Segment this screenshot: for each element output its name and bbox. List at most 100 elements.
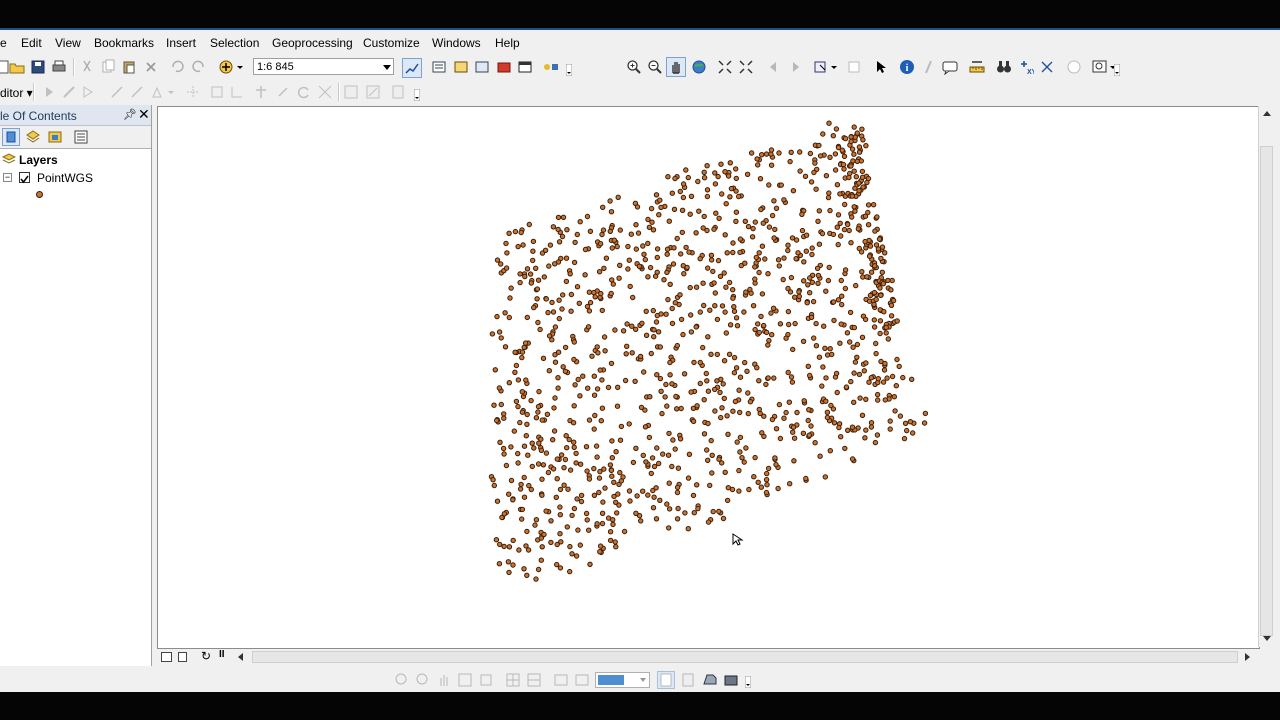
point-feature[interactable] — [856, 149, 863, 155]
rotate-tool-icon[interactable] — [274, 83, 292, 101]
scroll-up-icon[interactable] — [1263, 111, 1271, 116]
point-feature[interactable] — [799, 211, 805, 218]
select-elements-icon[interactable] — [872, 58, 890, 76]
point-feature[interactable] — [535, 277, 542, 283]
fixed-zoom-out-layout-icon[interactable] — [525, 671, 543, 689]
point-feature[interactable] — [521, 474, 527, 481]
point-feature[interactable] — [550, 309, 557, 315]
point-feature[interactable] — [506, 491, 512, 497]
point-feature[interactable] — [503, 462, 510, 469]
scroll-down-icon[interactable] — [1263, 636, 1271, 641]
list-by-visibility-icon[interactable] — [46, 128, 64, 146]
point-feature[interactable] — [492, 367, 498, 373]
point-feature[interactable] — [821, 323, 827, 329]
zoom-100-icon[interactable] — [477, 671, 495, 689]
point-feature[interactable] — [670, 437, 676, 443]
point-feature[interactable] — [709, 470, 715, 476]
point-feature[interactable] — [770, 305, 777, 312]
layout-zoom-combobox[interactable] — [595, 672, 650, 688]
point-feature[interactable] — [648, 470, 654, 477]
point-feature[interactable] — [675, 505, 681, 512]
point-feature[interactable] — [538, 557, 544, 563]
point-feature[interactable] — [494, 417, 500, 424]
point-feature[interactable] — [792, 320, 798, 327]
point-feature[interactable] — [501, 543, 507, 550]
point-feature[interactable] — [865, 209, 871, 216]
point-feature[interactable] — [725, 431, 731, 437]
point-feature[interactable] — [525, 452, 531, 458]
point-feature[interactable] — [541, 531, 547, 538]
point-feature[interactable] — [758, 313, 764, 320]
point-feature[interactable] — [602, 485, 608, 491]
point-feature[interactable] — [665, 174, 671, 180]
point-feature[interactable] — [591, 426, 597, 432]
point-feature[interactable] — [771, 235, 777, 241]
split-icon[interactable] — [252, 83, 270, 101]
point-feature[interactable] — [651, 327, 657, 333]
point-feature[interactable] — [599, 510, 606, 516]
point-feature[interactable] — [493, 537, 500, 543]
point-feature[interactable] — [720, 381, 726, 387]
point-feature[interactable] — [704, 193, 711, 200]
point-feature[interactable] — [666, 480, 672, 486]
point-feature[interactable] — [543, 296, 549, 302]
point-feature[interactable] — [543, 450, 550, 456]
point-feature[interactable] — [613, 499, 619, 505]
measure-icon[interactable] — [968, 58, 986, 76]
point-feature[interactable] — [661, 277, 667, 283]
point-feature[interactable] — [632, 378, 638, 384]
reshape-icon[interactable] — [208, 83, 226, 101]
point-feature[interactable] — [752, 454, 758, 461]
point-feature[interactable] — [800, 430, 807, 436]
point-feature[interactable] — [650, 505, 657, 511]
point-feature[interactable] — [634, 204, 641, 210]
point-feature[interactable] — [851, 151, 857, 157]
point-feature[interactable] — [529, 440, 535, 446]
point-feature[interactable] — [561, 482, 567, 488]
point-feature[interactable] — [537, 326, 543, 333]
point-feature[interactable] — [871, 317, 877, 323]
point-feature[interactable] — [730, 287, 736, 293]
point-feature[interactable] — [710, 268, 716, 275]
point-feature[interactable] — [506, 544, 513, 550]
point-feature[interactable] — [776, 263, 782, 269]
point-feature[interactable] — [653, 485, 659, 491]
point-feature[interactable] — [511, 428, 517, 434]
point-feature[interactable] — [835, 297, 842, 303]
point-feature[interactable] — [551, 428, 558, 434]
point-feature[interactable] — [517, 486, 524, 492]
point-feature[interactable] — [550, 224, 557, 230]
point-feature[interactable] — [552, 261, 558, 267]
point-feature[interactable] — [853, 174, 859, 180]
point-feature[interactable] — [844, 330, 851, 336]
point-feature[interactable] — [515, 243, 521, 250]
point-feature[interactable] — [841, 226, 848, 233]
point-feature[interactable] — [705, 457, 711, 463]
point-feature[interactable] — [617, 227, 623, 233]
point-feature[interactable] — [681, 371, 688, 377]
point-feature[interactable] — [610, 517, 616, 523]
point-feature[interactable] — [597, 241, 604, 247]
straight-segment-icon[interactable] — [108, 83, 126, 101]
point-feature[interactable] — [796, 293, 802, 300]
menu-selection[interactable]: Selection — [210, 36, 259, 50]
menu-bookmarks[interactable]: Bookmarks — [94, 36, 154, 50]
point-feature[interactable] — [496, 561, 503, 567]
point-feature[interactable] — [902, 420, 909, 426]
point-feature[interactable] — [758, 484, 764, 490]
point-feature[interactable] — [724, 413, 730, 419]
point-feature[interactable] — [529, 463, 535, 470]
point-feature[interactable] — [731, 304, 737, 310]
point-feature[interactable] — [742, 260, 748, 266]
point-feature[interactable] — [871, 289, 878, 296]
point-feature[interactable] — [582, 246, 589, 253]
point-feature[interactable] — [701, 431, 708, 437]
point-feature[interactable] — [555, 375, 561, 381]
point-feature[interactable] — [759, 243, 766, 249]
point-feature[interactable] — [838, 277, 844, 284]
point-feature[interactable] — [815, 272, 822, 279]
point-feature[interactable] — [609, 438, 615, 444]
point-feature[interactable] — [640, 488, 646, 494]
point-feature[interactable] — [567, 568, 573, 575]
pan-icon[interactable] — [666, 57, 686, 77]
